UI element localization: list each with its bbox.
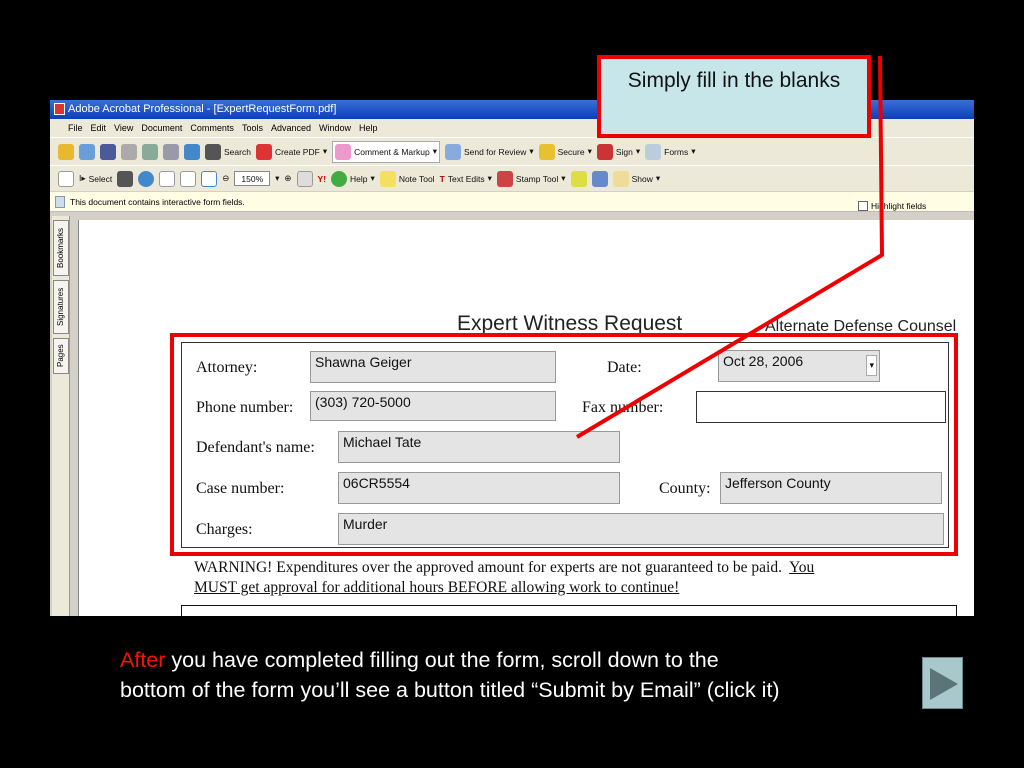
instruction-caption: After you have completed filling out the… (120, 648, 780, 702)
next-slide-button[interactable] (922, 657, 963, 709)
play-icon (930, 668, 958, 700)
callout-box: Simply fill in the blanks (597, 55, 871, 138)
